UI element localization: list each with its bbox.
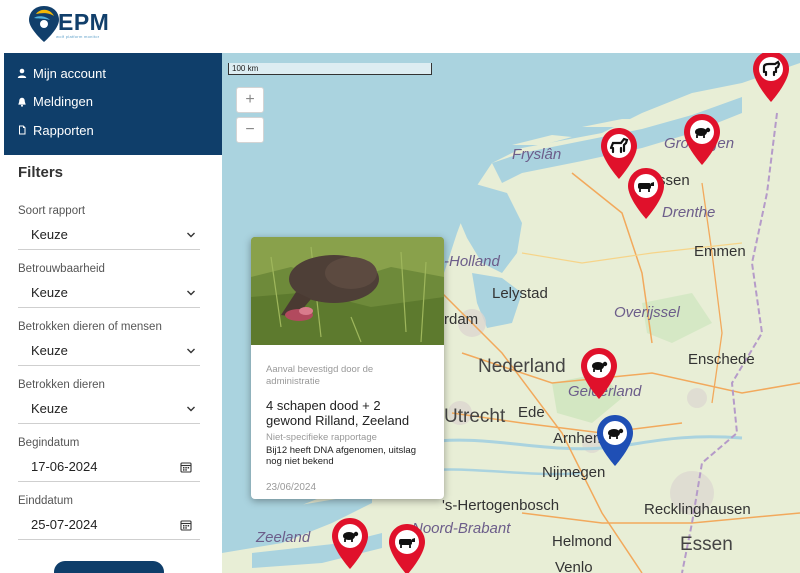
city-helmond: Helmond — [552, 533, 613, 550]
filters-panel: Filters Soort rapport Keuze Betrouwbaarh… — [4, 164, 222, 553]
nav-item-reports[interactable]: Rapporten — [4, 116, 222, 145]
calendar-icon[interactable] — [180, 519, 192, 531]
map-label-zeeland: Zeeland — [256, 529, 311, 546]
map-label-frysland: Fryslân — [512, 146, 562, 163]
reliability-label: Betrouwbaarheid — [18, 263, 105, 275]
map-scale: 100 km — [228, 63, 432, 75]
report-type-label: Soort rapport — [18, 205, 86, 217]
end-date-input[interactable]: 25-07-2024 — [18, 510, 200, 540]
map-marker-sheep-attack[interactable] — [751, 53, 791, 104]
report-title: 4 schapen dood + 2 gewond Rilland, Zeela… — [266, 398, 410, 428]
involved-animals-label: Betrokken dieren — [18, 379, 105, 391]
map-marker-selected-sheep[interactable] — [595, 414, 635, 468]
end-date-label: Einddatum — [18, 495, 73, 507]
report-status: Aanval bevestigd door de administratie — [266, 364, 374, 387]
sidebar: Mijn account Meldingen Rapporten Filters… — [4, 53, 222, 573]
report-type-field: Soort rapport Keuze — [18, 205, 200, 263]
involved-animals-value: Keuze — [31, 401, 68, 416]
bell-icon — [18, 97, 26, 107]
report-date: 23/06/2024 — [266, 482, 317, 493]
reliability-value: Keuze — [31, 285, 68, 300]
start-date-label: Begindatum — [18, 437, 80, 449]
zoom-out-button[interactable]: − — [236, 117, 264, 143]
report-type-value: Keuze — [31, 227, 68, 242]
report-popup[interactable]: Aanval bevestigd door de administratie 4… — [251, 237, 444, 499]
city-venlo: Venlo — [555, 559, 593, 573]
report-description: Bij12 heeft DNA afgenomen, uitslag nog n… — [266, 445, 416, 467]
chevron-down-icon — [187, 290, 195, 296]
sidebar-nav: Mijn account Meldingen Rapporten — [4, 53, 222, 155]
logo-text: EPM — [58, 9, 110, 35]
chevron-down-icon — [187, 406, 195, 412]
nav-reports-label: Rapporten — [33, 122, 94, 138]
city-recklinghausen: Recklinghausen — [644, 501, 751, 518]
end-date-value: 25-07-2024 — [31, 517, 98, 532]
top-bar: EPM wolf platform monitor — [0, 0, 800, 53]
reliability-field: Betrouwbaarheid Keuze — [18, 263, 200, 321]
zoom-in-button[interactable]: + — [236, 87, 264, 113]
report-photo[interactable] — [251, 237, 444, 345]
nav-account-label: Mijn account — [33, 65, 106, 81]
chevron-down-icon — [187, 232, 195, 238]
involved-animals-field: Betrokken dieren Keuze — [18, 379, 200, 437]
map-label-overijssel: Overijssel — [614, 304, 680, 321]
city-emmen: Emmen — [694, 243, 746, 260]
map-marker-sheep-attack[interactable] — [330, 517, 370, 571]
involved-animals-people-value: Keuze — [31, 343, 68, 358]
apply-filters-button[interactable] — [54, 561, 164, 573]
city-utrecht: Utrecht — [444, 406, 506, 427]
city-enschede: Enschede — [688, 351, 755, 368]
filters-title: Filters — [18, 164, 64, 181]
city-lelystad: Lelystad — [492, 285, 548, 302]
city-hertogenbosch: 's-Hertogenbosch — [442, 497, 560, 514]
report-type: Niet-specifieke rapportage — [266, 432, 377, 443]
report-popup-body: Aanval bevestigd door de administratie 4… — [251, 350, 444, 493]
city-essen: Essen — [680, 534, 733, 555]
city-amsterdam: rdam — [444, 311, 479, 328]
map-marker-cattle-attack[interactable] — [626, 167, 666, 221]
start-date-input[interactable]: 17-06-2024 — [18, 452, 200, 482]
involved-animals-people-label: Betrokken dieren of mensen — [18, 321, 162, 333]
city-nederland: Nederland — [478, 356, 566, 377]
map-marker-sheep-attack[interactable] — [579, 347, 619, 401]
involved-animals-people-select[interactable]: Keuze — [18, 336, 200, 366]
map-label-drenthe: Drenthe — [662, 204, 716, 221]
nav-notifications-label: Meldingen — [33, 94, 93, 110]
nav-item-notifications[interactable]: Meldingen — [4, 88, 222, 117]
involved-animals-people-field: Betrokken dieren of mensen Keuze — [18, 321, 200, 379]
chevron-down-icon — [187, 348, 195, 354]
document-icon — [19, 125, 26, 135]
user-icon — [17, 68, 27, 79]
logo-tagline: wolf platform monitor — [56, 34, 100, 39]
involved-animals-select[interactable]: Keuze — [18, 394, 200, 424]
city-ede: Ede — [518, 404, 545, 421]
reliability-select[interactable]: Keuze — [18, 278, 200, 308]
report-type-select[interactable]: Keuze — [18, 220, 200, 250]
map-marker-sheep-attack[interactable] — [682, 113, 722, 167]
end-date-field: Einddatum 25-07-2024 — [18, 495, 200, 553]
start-date-field: Begindatum 17-06-2024 — [18, 437, 200, 495]
calendar-icon[interactable] — [180, 461, 192, 473]
nav-item-account[interactable]: Mijn account — [4, 59, 222, 88]
start-date-value: 17-06-2024 — [31, 459, 98, 474]
map-label-noord-holland: -Holland — [444, 253, 500, 270]
map-marker-cattle-attack[interactable] — [387, 523, 427, 573]
